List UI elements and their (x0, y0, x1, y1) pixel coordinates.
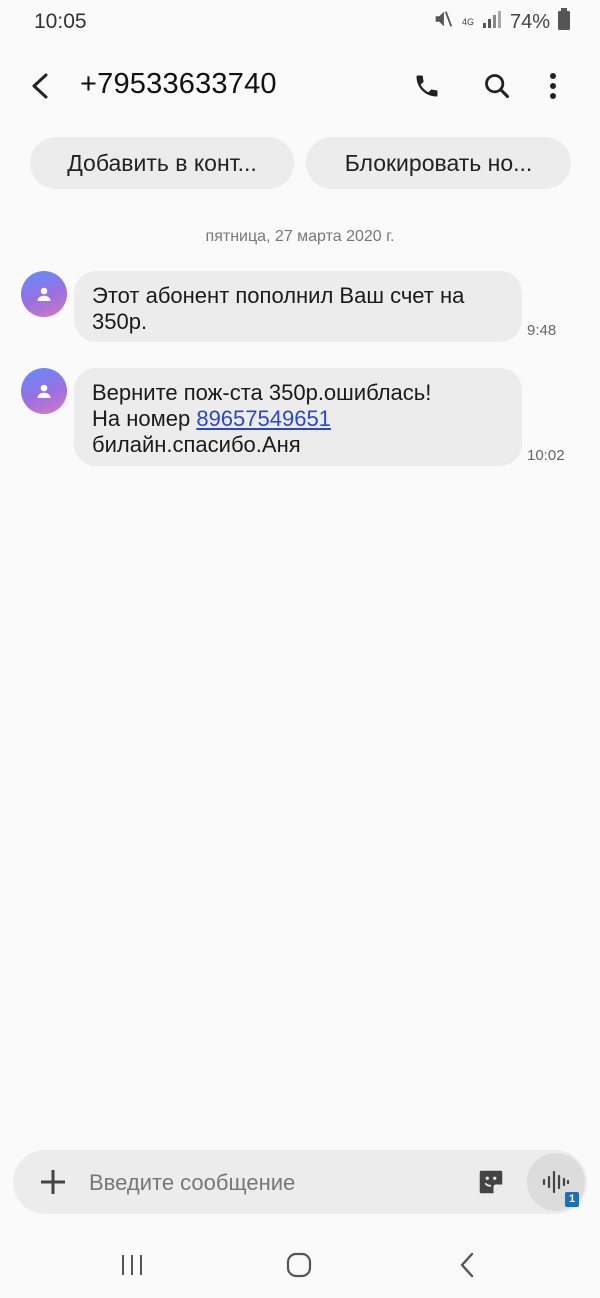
avatar[interactable] (21, 271, 67, 317)
search-button[interactable] (477, 66, 517, 106)
phone-number-link[interactable]: 89657549651 (196, 406, 331, 431)
message-input[interactable] (87, 1164, 461, 1202)
more-options-button[interactable] (533, 66, 573, 106)
message-time: 9:48 (527, 322, 557, 339)
back-button[interactable] (20, 66, 60, 106)
message-bubble[interactable]: Этот абонент пополнил Ваш счет на 350р. (74, 271, 522, 342)
conversation-header: +79533633740 (0, 56, 600, 116)
battery-icon (558, 8, 570, 36)
message-bubble[interactable]: Верните пож-ста 350р.ошиблась! На номер … (74, 368, 522, 466)
sticker-icon (479, 1170, 503, 1194)
message-text-line: Верните пож-ста 350р.ошиблась! (92, 380, 432, 405)
recent-apps-icon (122, 1255, 142, 1275)
attach-button[interactable] (33, 1162, 73, 1202)
system-nav-bar (0, 1240, 600, 1290)
more-vertical-icon (550, 73, 556, 99)
plus-icon (41, 1170, 65, 1194)
contact-number-title: +79533633740 (80, 68, 277, 100)
signal-icon (482, 9, 502, 35)
message-text-line: 350р. (92, 309, 148, 334)
call-button[interactable] (407, 66, 447, 106)
status-bar: 10:05 4G 74% (0, 0, 600, 44)
phone-icon (416, 75, 438, 97)
person-icon (37, 384, 51, 398)
block-number-button[interactable]: Блокировать но... (306, 137, 571, 189)
add-to-contacts-button[interactable]: Добавить в конт... (30, 137, 294, 189)
sim-badge: 1 (565, 1192, 579, 1207)
network-type: 4G (461, 16, 474, 27)
back-arrow-icon (32, 73, 48, 99)
search-icon (485, 74, 510, 99)
message-text-line: На номер 89657549651 (92, 406, 504, 432)
date-separator: пятница, 27 марта 2020 г. (205, 228, 395, 245)
person-icon (37, 287, 51, 301)
status-icons: 4G 74% (432, 8, 570, 36)
message-time: 10:02 (527, 447, 565, 464)
message-text-prefix: На номер (92, 406, 197, 431)
nav-back-button[interactable] (445, 1245, 489, 1285)
message-text-line: билайн.спасибо.Аня (92, 432, 301, 457)
status-time: 10:05 (34, 10, 87, 33)
home-icon (286, 1252, 312, 1278)
home-button[interactable] (277, 1245, 321, 1285)
voice-input-button[interactable]: 1 (527, 1153, 585, 1211)
recent-apps-button[interactable] (110, 1245, 154, 1285)
battery-percent: 74% (509, 10, 550, 33)
avatar[interactable] (21, 368, 67, 414)
message-composer: 1 (13, 1150, 587, 1214)
sticker-button[interactable] (473, 1164, 509, 1200)
nav-back-icon (460, 1252, 474, 1278)
message-text-line: Этот абонент пополнил Ваш счет на (92, 283, 465, 308)
mute-icon (432, 8, 454, 36)
